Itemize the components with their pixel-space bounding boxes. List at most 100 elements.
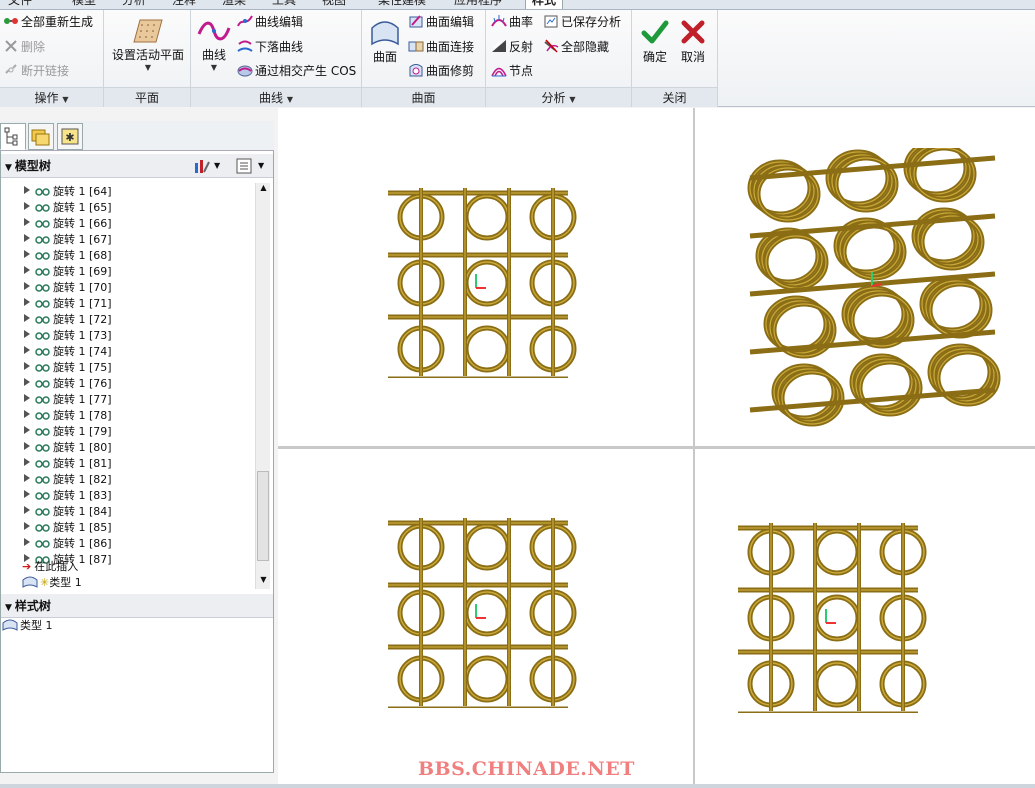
expand-arrow-icon[interactable] [24,394,30,402]
tree-item-revolve[interactable]: 旋转 1 [70] [24,280,112,296]
ok-button[interactable]: 确定 [638,18,672,65]
cancel-button[interactable]: 取消 [676,18,710,65]
expand-arrow-icon[interactable] [24,298,30,306]
tab-style[interactable]: 样式 [525,0,564,9]
expand-arrow-icon[interactable] [24,362,30,370]
style-tree-item-type[interactable]: 类型 1 [2,618,53,634]
tree-item-revolve[interactable]: 旋转 1 [82] [24,472,112,488]
tree-item-revolve[interactable]: 旋转 1 [67] [24,232,112,248]
tree-item-revolve[interactable]: 旋转 1 [86] [24,536,112,552]
tab-render[interactable]: 渲染 [216,0,252,9]
group-label-analysis[interactable]: 分析 ▼ [486,87,631,107]
tree-item-revolve[interactable]: 旋转 1 [72] [24,312,112,328]
tab-model-tree[interactable] [0,123,26,150]
expand-arrow-icon[interactable] [24,266,30,274]
tab-flex[interactable]: 柔性建模 [372,0,432,9]
curvature-button[interactable]: 曲率 [491,11,533,33]
expand-arrow-icon[interactable] [24,410,30,418]
delete-button[interactable]: 删除 [3,36,45,58]
curve-edit-button[interactable]: 曲线编辑 [237,11,303,33]
tree-item-revolve[interactable]: 旋转 1 [66] [24,216,112,232]
tree-settings-icon[interactable] [193,158,211,174]
tree-item-revolve[interactable]: 旋转 1 [68] [24,248,112,264]
expand-arrow-icon[interactable] [24,458,30,466]
tree-item-revolve[interactable]: 旋转 1 [71] [24,296,112,312]
expand-arrow-icon[interactable] [24,330,30,338]
expand-arrow-icon[interactable] [24,426,30,434]
tree-item-revolve[interactable]: 旋转 1 [65] [24,200,112,216]
expand-arrow-icon[interactable] [24,378,30,386]
revolve-feature-icon [35,492,50,500]
tree-item-revolve[interactable]: 旋转 1 [84] [24,504,112,520]
tree-item-revolve[interactable]: 旋转 1 [64] [24,184,112,200]
tree-item-revolve[interactable]: 旋转 1 [75] [24,360,112,376]
regenerate-all-button[interactable]: 全部重新生成 [3,11,93,33]
viewport-iso-chainmail[interactable] [740,148,1010,428]
tab-analysis[interactable]: 分析 [116,0,152,9]
break-link-icon [5,64,17,74]
hide-all-button[interactable]: 全部隐藏 [543,36,609,58]
cos-intersect-button[interactable]: 通过相交产生 COS [237,60,356,82]
tab-annotate[interactable]: 注释 [166,0,202,9]
scroll-thumb[interactable] [257,471,269,561]
scroll-up-icon[interactable]: ▲ [258,183,269,195]
surface-edit-button[interactable]: 曲面编辑 [408,11,474,33]
tree-item-revolve[interactable]: 旋转 1 [76] [24,376,112,392]
curve-button[interactable]: 曲线 ▼ [195,18,233,72]
reflect-button[interactable]: 反射 [491,36,533,58]
expand-arrow-icon[interactable] [24,218,30,226]
surface-button[interactable]: 曲面 [367,18,403,65]
tab-file[interactable]: 文件 [2,0,38,9]
tree-item-revolve[interactable]: 旋转 1 [69] [24,264,112,280]
viewport-right-chainmail[interactable] [738,523,928,713]
surface-connect-button[interactable]: 曲面连接 [408,36,474,58]
expand-arrow-icon[interactable] [24,186,30,194]
graphics-window[interactable] [278,108,1035,784]
tree-item-revolve[interactable]: 旋转 1 [78] [24,408,112,424]
tab-favorites[interactable]: ✱ [57,123,83,150]
viewport-top-chainmail[interactable] [388,518,578,708]
set-active-plane-button[interactable]: 设置活动平面 ▼ [110,18,186,72]
tree-item-revolve[interactable]: 旋转 1 [77] [24,392,112,408]
expand-arrow-icon[interactable] [24,442,30,450]
expand-arrow-icon[interactable] [24,474,30,482]
tree-item-revolve[interactable]: 旋转 1 [73] [24,328,112,344]
model-tree-scrollbar[interactable]: ▲ ▼ [255,183,270,589]
tree-item-revolve[interactable]: 旋转 1 [80] [24,440,112,456]
node-button[interactable]: 节点 [491,60,533,82]
expand-arrow-icon[interactable] [24,346,30,354]
tree-item-revolve[interactable]: 旋转 1 [83] [24,488,112,504]
expand-arrow-icon[interactable] [24,538,30,546]
expand-arrow-icon[interactable] [24,522,30,530]
tree-item-type[interactable]: ✳类型 1 [22,575,82,591]
saved-analysis-button[interactable]: 已保存分析 [543,11,621,33]
settings-dropdown-icon[interactable]: ▼ [214,154,220,178]
break-link-button[interactable]: 断开链接 [3,60,69,82]
tab-model[interactable]: 模型 [66,0,102,9]
expand-arrow-icon[interactable] [24,234,30,242]
group-label-operations[interactable]: 操作 ▼ [0,87,103,107]
viewport-divider-horizontal[interactable] [278,446,1035,449]
expand-arrow-icon[interactable] [24,490,30,498]
surface-trim-button[interactable]: 曲面修剪 [408,60,474,82]
drop-curve-button[interactable]: 下落曲线 [237,36,303,58]
tree-item-revolve[interactable]: 旋转 1 [79] [24,424,112,440]
tab-view[interactable]: 视图 [316,0,352,9]
viewport-front-chainmail[interactable] [388,188,578,378]
expand-arrow-icon[interactable] [24,282,30,290]
tree-item-revolve[interactable]: 旋转 1 [85] [24,520,112,536]
tree-item-revolve[interactable]: 旋转 1 [74] [24,344,112,360]
expand-arrow-icon[interactable] [24,250,30,258]
tab-folders[interactable] [28,123,54,150]
expand-arrow-icon[interactable] [24,314,30,322]
tree-item-revolve[interactable]: 旋转 1 [81] [24,456,112,472]
show-dropdown-icon[interactable]: ▼ [258,154,264,178]
expand-arrow-icon[interactable] [24,202,30,210]
scroll-down-icon[interactable]: ▼ [258,575,269,587]
expand-arrow-icon[interactable] [24,506,30,514]
insert-here-marker[interactable]: ➔ 在此插入 [22,559,78,575]
tab-tools[interactable]: 工具 [266,0,302,9]
group-label-curve[interactable]: 曲线 ▼ [191,87,361,107]
show-list-icon[interactable] [236,158,252,174]
tab-apps[interactable]: 应用程序 [448,0,508,9]
